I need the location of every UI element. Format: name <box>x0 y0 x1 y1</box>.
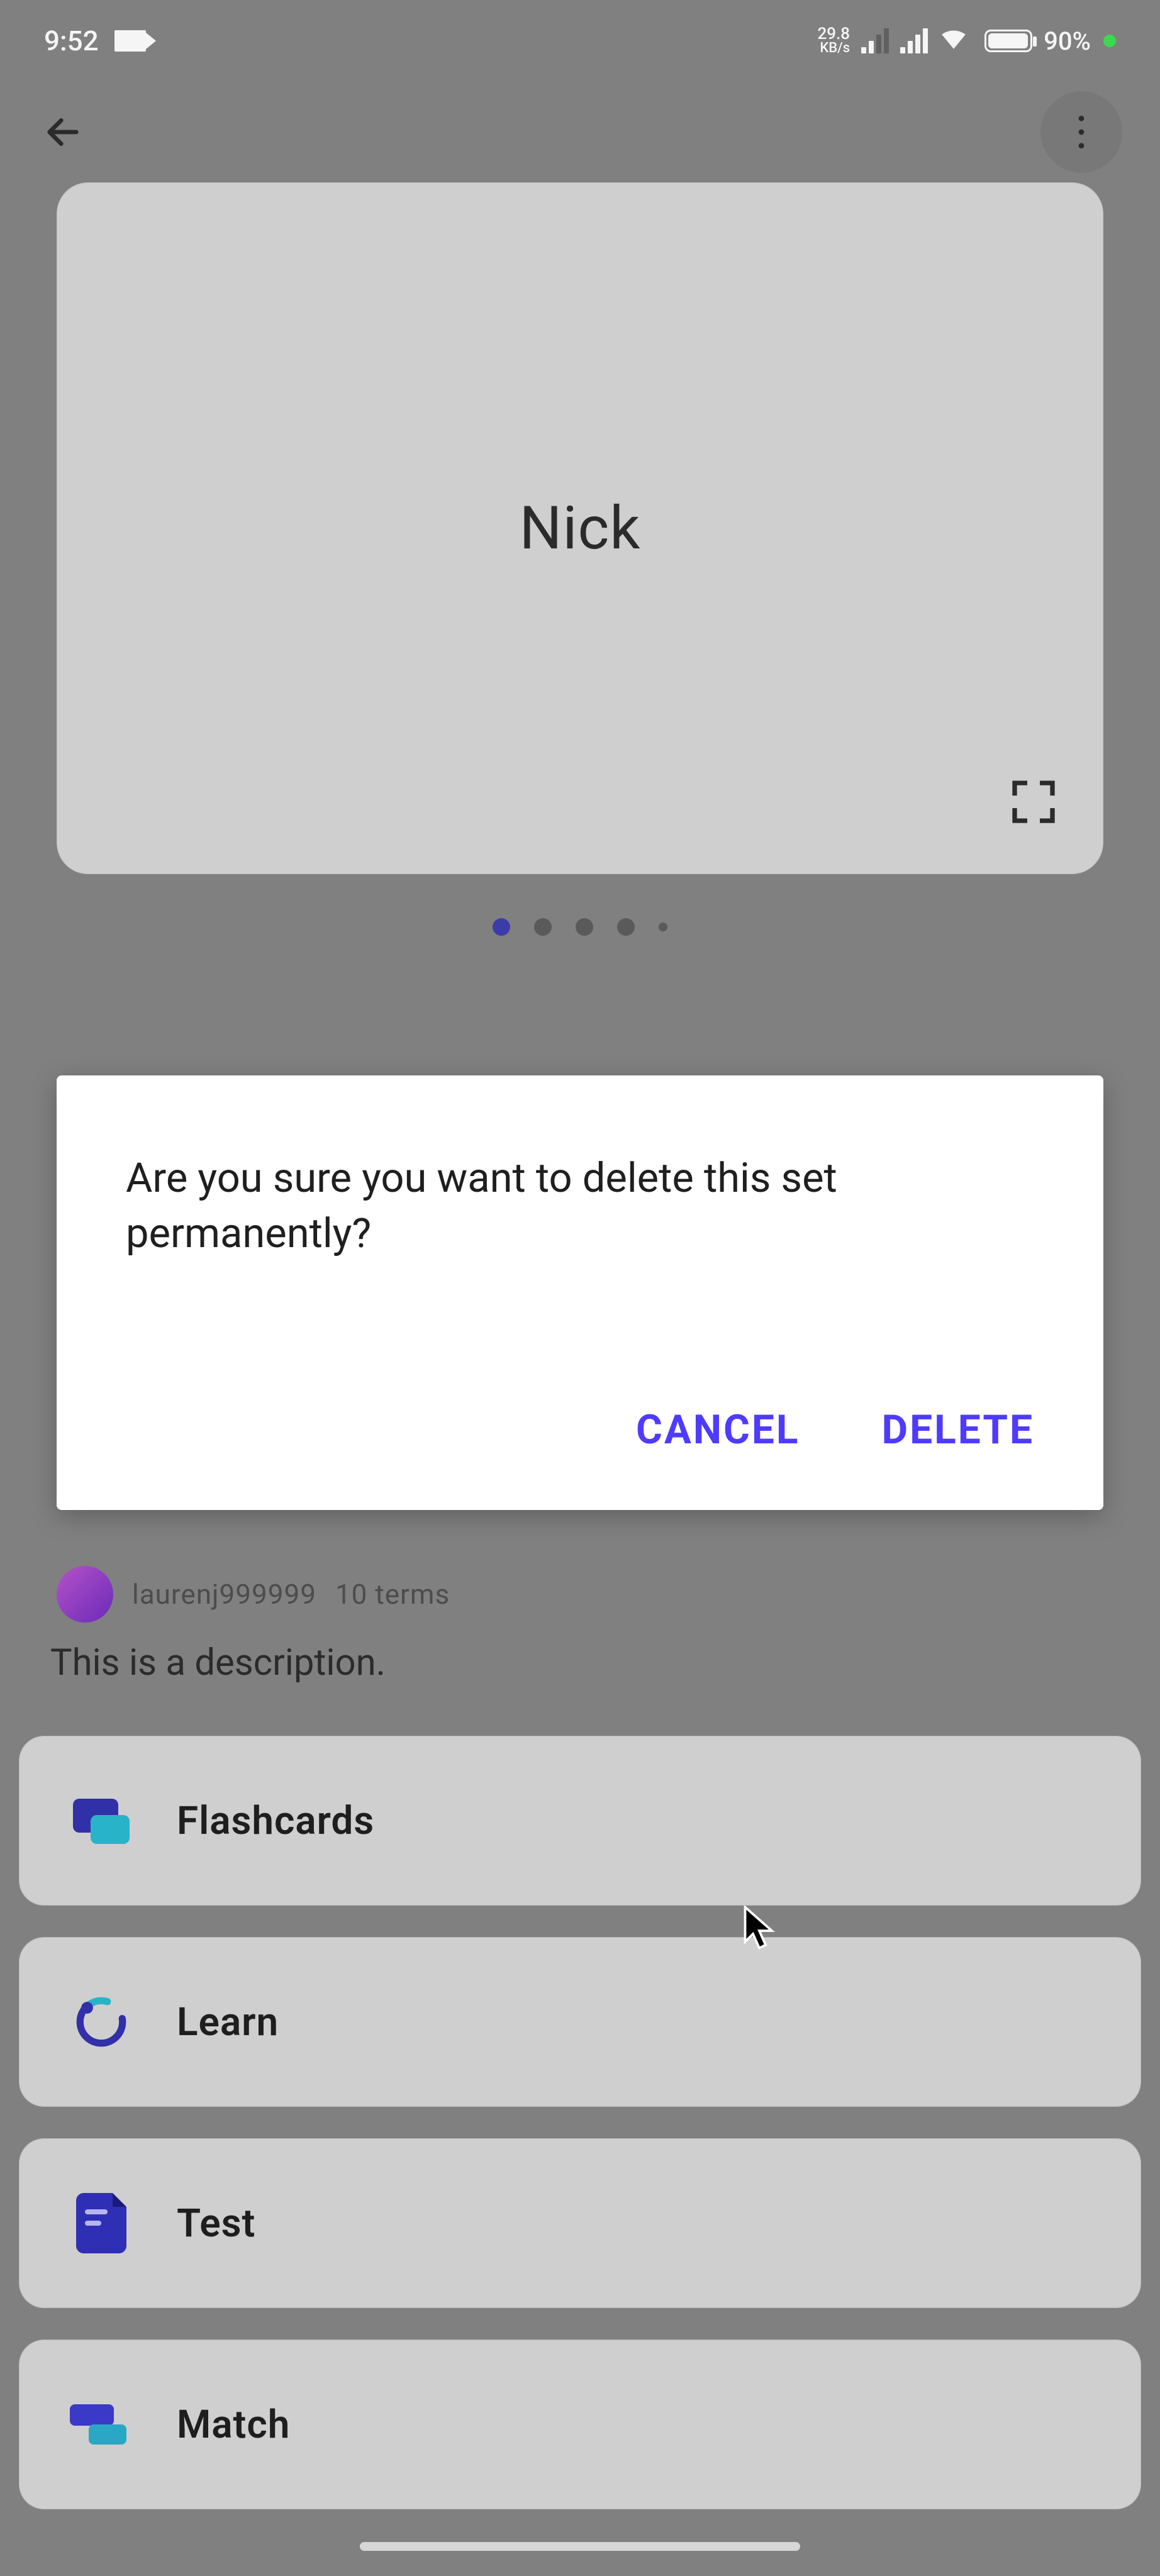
mode-test[interactable]: Test <box>19 2138 1141 2308</box>
mode-label: Test <box>177 2201 255 2246</box>
mode-match[interactable]: Match <box>19 2340 1141 2509</box>
dot <box>576 918 593 936</box>
carousel-dots <box>57 918 1103 936</box>
study-modes-list: Flashcards Learn Test Match <box>19 1736 1141 2509</box>
battery-icon <box>984 30 1032 52</box>
back-button[interactable] <box>38 107 88 157</box>
recording-dot-icon <box>1103 35 1116 47</box>
status-time: 9:52 <box>44 25 99 57</box>
confirm-delete-dialog: Are you sure you want to delete this set… <box>57 1075 1103 1510</box>
signal-bars-icon <box>900 28 928 53</box>
user-terms-row: laurenj999999 10 terms <box>57 1566 1103 1623</box>
test-icon <box>76 2193 126 2253</box>
mode-label: Match <box>177 2402 290 2448</box>
delete-button[interactable]: DELETE <box>882 1406 1035 1453</box>
mode-label: Flashcards <box>177 1798 374 1844</box>
set-description: This is a description. <box>50 1641 386 1684</box>
flashcards-icon <box>73 1799 130 1843</box>
expand-icon[interactable] <box>1008 777 1059 830</box>
avatar <box>57 1566 113 1623</box>
signal-bars-icon <box>861 28 889 53</box>
match-icon <box>70 2399 133 2450</box>
cursor-icon <box>742 1906 776 1952</box>
status-bar: 9:52 29.8 KB/s 90% <box>0 0 1160 82</box>
camera-icon <box>114 30 146 52</box>
learn-icon <box>70 1990 133 2053</box>
dot-small <box>659 923 667 931</box>
home-indicator[interactable] <box>360 2542 800 2551</box>
wifi-icon <box>938 21 969 60</box>
battery-percent: 90% <box>1044 26 1091 56</box>
dot <box>617 918 635 936</box>
mode-label: Learn <box>177 1999 279 2045</box>
dot <box>534 918 552 936</box>
network-speed: 29.8 KB/s <box>818 27 850 54</box>
flashcard-term: Nick <box>520 494 641 564</box>
dialog-message: Are you sure you want to delete this set… <box>126 1151 1034 1262</box>
app-bar <box>0 82 1160 182</box>
terms-fragment: 10 terms <box>335 1578 450 1611</box>
mode-flashcards[interactable]: Flashcards <box>19 1736 1141 1906</box>
flashcard[interactable]: Nick <box>57 182 1103 874</box>
more-menu-button[interactable] <box>1040 91 1122 173</box>
cancel-button[interactable]: CANCEL <box>636 1406 800 1453</box>
mode-learn[interactable]: Learn <box>19 1937 1141 2107</box>
dot-active <box>493 918 510 936</box>
username-fragment: laurenj999999 <box>132 1578 316 1611</box>
